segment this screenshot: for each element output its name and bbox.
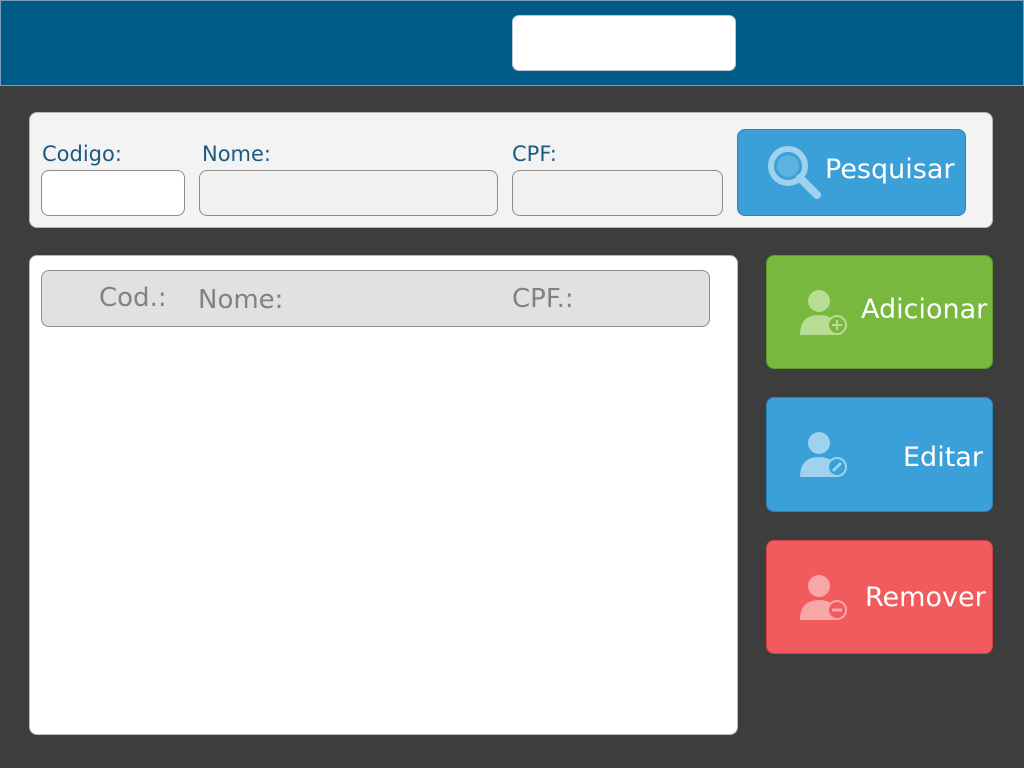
add-button[interactable]: Adicionar: [766, 255, 993, 369]
user-remove-icon: [800, 575, 847, 620]
add-button-label: Adicionar: [861, 294, 988, 325]
top-search-input[interactable]: [512, 15, 736, 71]
remove-button-label: Remover: [865, 582, 986, 613]
user-add-icon: [800, 290, 847, 335]
remove-button[interactable]: Remover: [766, 540, 993, 654]
codigo-input[interactable]: [41, 170, 185, 216]
nome-input[interactable]: [199, 170, 498, 216]
cpf-input[interactable]: [512, 170, 723, 216]
search-icon: [768, 146, 821, 199]
edit-button[interactable]: Editar: [766, 397, 993, 512]
codigo-label: Codigo:: [42, 142, 122, 166]
column-header-nome: Nome:: [198, 285, 284, 315]
column-header-cod: Cod.:: [99, 283, 167, 313]
results-list[interactable]: [29, 255, 738, 735]
edit-button-label: Editar: [903, 442, 983, 473]
search-button[interactable]: Pesquisar: [737, 129, 966, 216]
cpf-label: CPF:: [512, 142, 557, 166]
user-edit-icon: [800, 432, 847, 477]
search-button-label: Pesquisar: [825, 154, 955, 185]
column-header-cpf: CPF.:: [512, 284, 574, 314]
nome-label: Nome:: [202, 142, 272, 166]
